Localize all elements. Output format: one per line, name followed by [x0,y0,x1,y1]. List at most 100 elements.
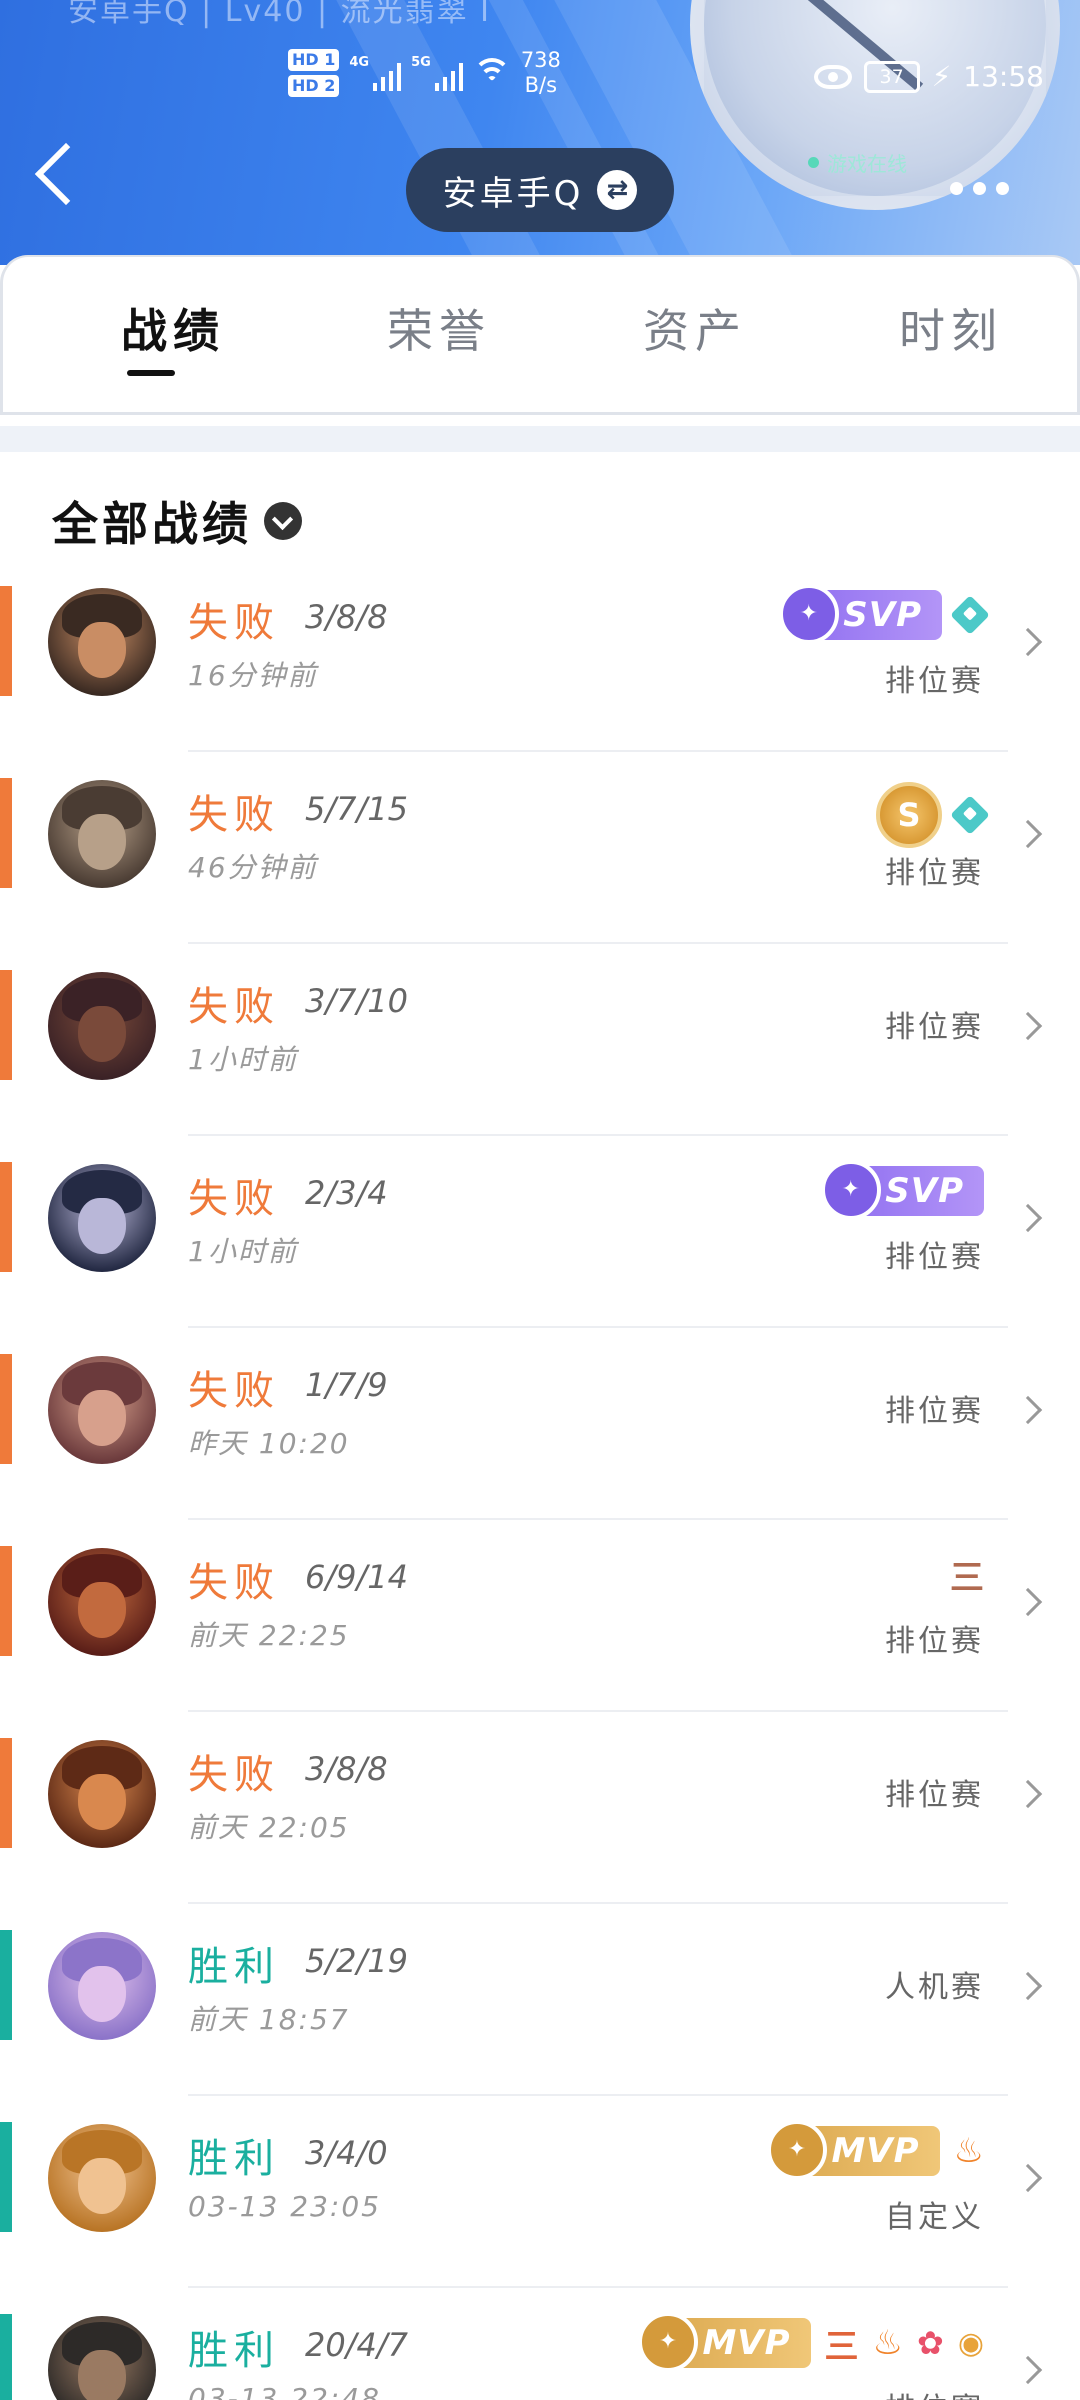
hd1-indicator: HD 1 [288,49,340,71]
account-switch-button[interactable]: 安卓手Q ⇄ [406,148,674,232]
match-result: 失败 [188,984,280,1030]
chevron-down-icon [264,502,302,540]
hero-avatar [48,1164,156,1272]
match-record-row[interactable]: 胜利 3/4/0 03-13 23:05 ✦ MVP ♨ 自定义 [0,2096,1080,2288]
lotus-icon: ✿ [917,2324,944,2362]
wifi-icon [472,58,511,88]
achievement-badges: ✦ SVP [779,584,990,644]
chevron-right-icon [1013,1587,1043,1617]
status-bar-right: 37 ⚡ 13:58 [813,60,1044,93]
match-record-row[interactable]: 失败 5/7/15 46分钟前 S 排位赛 [0,752,1080,944]
more-options-button[interactable] [950,182,1009,195]
profile-header-banner: 安卓手Q | Lv40 | 流光翡翠 I HD 1 HD 2 4G 5G 738… [0,0,1080,265]
result-color-bar [0,1738,12,1848]
back-button[interactable] [34,142,98,206]
match-result: 胜利 [188,2328,280,2374]
chevron-right-icon [1013,819,1043,849]
signal-4g-icon: 4G [349,55,402,91]
match-result: 失败 [188,1368,280,1414]
kda-value: 2/3/4 [305,1174,388,1212]
triple-kill-icon: 三 [950,1558,984,1598]
tab-moments[interactable]: 时刻 [899,295,1003,361]
match-mode: 排位赛 [885,1394,984,1429]
match-record-row[interactable]: 失败 1/7/9 昨天 10:20 排位赛 [0,1328,1080,1520]
match-mode: 排位赛 [885,1010,984,1045]
mvp-badge: ✦ MVP [638,2312,811,2372]
tab-honor[interactable]: 荣誉 [387,295,491,361]
match-mode: 排位赛 [885,856,984,891]
record-filter-dropdown[interactable]: 全部战绩 [52,488,302,554]
network-speed: 738 B/s [520,48,561,97]
fire-icon: ♨ [953,2131,984,2171]
chevron-right-icon [1013,627,1043,657]
svp-emblem-icon: ✦ [821,1160,882,1220]
hero-avatar [48,2124,156,2232]
chevron-right-icon [1013,2355,1043,2385]
kda-value: 1/7/9 [305,1366,388,1404]
kda-value: 5/2/19 [305,1942,408,1980]
hero-avatar [48,780,156,888]
match-result: 胜利 [188,1944,280,1990]
match-mode: 排位赛 [885,2384,984,2400]
hd2-indicator: HD 2 [288,75,340,97]
fire-icon: ♨ [872,2323,903,2363]
achievement-badges: ✦ SVP [821,1160,984,1220]
match-record-row[interactable]: 失败 3/8/8 16分钟前 ✦ SVP 排位赛 [0,560,1080,752]
kda-value: 3/8/8 [305,598,388,636]
battery-icon: 37 [863,60,920,93]
match-mode: 排位赛 [885,1624,984,1659]
match-mode: 人机赛 [885,1970,984,2005]
online-status: 游戏在线 [808,148,907,177]
section-divider [0,426,1080,452]
charging-icon: ⚡ [931,60,952,93]
mvp-emblem-icon: ✦ [767,2120,828,2180]
hero-face [78,622,126,678]
chevron-right-icon [1013,1011,1043,1041]
match-time: 46分钟前 [188,851,318,884]
result-color-bar [0,586,12,696]
hero-avatar [48,1548,156,1656]
tab-bar: 战绩 荣誉 资产 时刻 [0,255,1080,415]
eye-icon [813,64,852,89]
hero-avatar [48,972,156,1080]
hero-face [78,814,126,870]
match-record-row[interactable]: 失败 2/3/4 1小时前 ✦ SVP 排位赛 [0,1136,1080,1328]
match-time: 1小时前 [188,1043,298,1076]
result-color-bar [0,1354,12,1464]
match-result: 失败 [188,1176,280,1222]
status-bar-left: HD 1 HD 2 4G 5G 738 B/s [288,48,561,98]
match-record-row[interactable]: 胜利 20/4/7 03-13 22:48 ✦MVP 三 ♨ ✿ ◉ 排位赛 [0,2288,1080,2400]
triple-kill-icon: 三 [824,2326,859,2367]
achievement-badges: S [876,782,990,848]
signal-5g-icon: 5G [411,55,463,91]
chevron-right-icon [1013,2163,1043,2193]
match-time: 前天 22:25 [188,1619,350,1652]
banner-text: 安卓手Q | Lv40 | 流光翡翠 I [68,0,491,29]
result-color-bar [0,1930,12,2040]
diamond-icon [950,595,990,635]
hero-face [78,1006,126,1062]
match-record-row[interactable]: 失败 3/7/10 1小时前 排位赛 [0,944,1080,1136]
match-time: 16分钟前 [188,659,318,692]
hero-avatar [48,1740,156,1848]
online-dot-icon [808,157,819,168]
hero-avatar [48,1356,156,1464]
match-record-list: 失败 3/8/8 16分钟前 ✦ SVP 排位赛 失败 5/7/15 46分钟前 … [0,560,1080,2400]
match-record-row[interactable]: 失败 6/9/14 前天 22:25 三 排位赛 [0,1520,1080,1712]
kda-value: 5/7/15 [305,790,408,828]
match-record-row[interactable]: 胜利 5/2/19 前天 18:57 人机赛 [0,1904,1080,2096]
match-record-row[interactable]: 失败 3/8/8 前天 22:05 排位赛 [0,1712,1080,1904]
match-time: 前天 22:05 [188,1811,350,1844]
hero-face [78,1390,126,1446]
match-result: 失败 [188,1752,280,1798]
mvp-badge: ✦ MVP [767,2120,940,2180]
match-time: 前天 18:57 [188,2003,350,2036]
hero-avatar [48,1932,156,2040]
hero-face [78,1582,126,1638]
tab-record[interactable]: 战绩 [121,295,225,361]
coins-icon: ◉ [957,2325,984,2361]
swap-icon: ⇄ [597,170,638,210]
tab-assets[interactable]: 资产 [643,295,747,361]
filter-label: 全部战绩 [52,497,252,551]
hero-avatar [48,588,156,696]
